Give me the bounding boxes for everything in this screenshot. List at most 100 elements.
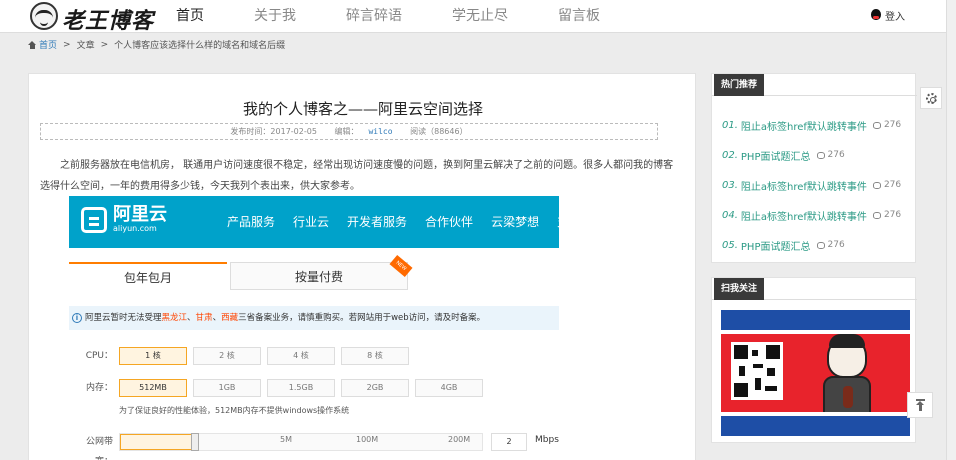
aliyun-nav-item: 云梁梦想 bbox=[491, 215, 540, 229]
info-icon: i bbox=[72, 313, 82, 323]
gear-icon bbox=[926, 93, 937, 104]
aliyun-notice: i 阿里云暂时无法受理黑龙江、甘肃、西藏三省备案业务，请慎重购买。若网站用于we… bbox=[69, 306, 559, 330]
notice-region: 甘肃 bbox=[195, 313, 213, 323]
hot-item-title[interactable]: PHP面试题汇总 bbox=[741, 238, 811, 253]
tab-yearly: 包年包月 bbox=[69, 262, 227, 290]
memory-label: 内存： bbox=[85, 383, 113, 393]
comment-icon bbox=[872, 121, 881, 129]
tab-payg-label: 按量付费 bbox=[294, 270, 343, 284]
breadcrumb-separator: > bbox=[100, 39, 109, 50]
site-logo[interactable]: 老王博客 bbox=[30, 2, 160, 34]
login-link[interactable]: 登入 bbox=[870, 8, 905, 23]
notice-region: 黑龙江 bbox=[161, 313, 188, 323]
memory-option: 512MB bbox=[119, 379, 187, 397]
cpu-option: 8 核 bbox=[341, 347, 409, 365]
bandwidth-label: 公网带宽： bbox=[85, 437, 113, 460]
cpu-option: 1 核 bbox=[119, 347, 187, 365]
breadcrumb-section[interactable]: 文章 bbox=[77, 38, 95, 51]
hot-item[interactable]: 05. PHP面试题汇总 276 bbox=[722, 230, 901, 260]
breadcrumb-home[interactable]: 首页 bbox=[28, 38, 57, 51]
hot-item[interactable]: 02. PHP面试题汇总 276 bbox=[722, 140, 901, 170]
home-icon bbox=[28, 40, 37, 49]
editor-label: 编辑： bbox=[334, 127, 359, 136]
aliyun-tabs: 包年包月 按量付费 NEW bbox=[69, 254, 559, 290]
comment-count: 276 bbox=[827, 150, 845, 160]
hot-item-title[interactable]: PHP面试题汇总 bbox=[741, 148, 811, 163]
aliyun-nav-item: 产品服务 bbox=[227, 215, 276, 229]
page-scrollbar[interactable] bbox=[946, 0, 956, 460]
hot-item-comments: 276 bbox=[872, 120, 901, 130]
bandwidth-mark: 200M bbox=[448, 435, 471, 444]
view-count: 阅读（88646） bbox=[410, 127, 468, 136]
nav-item-guestbook[interactable]: 留言板 bbox=[558, 0, 600, 33]
hot-item-title[interactable]: 阻止a标签href默认跳转事件 bbox=[741, 208, 867, 223]
bandwidth-mark: 100M bbox=[356, 435, 379, 444]
notice-separator: 、 bbox=[187, 313, 196, 323]
article-title: 我的个人博客之——阿里云空间选择 bbox=[242, 100, 483, 118]
aliyun-nav-item: 支持 bbox=[557, 215, 582, 229]
notice-text-pre: 阿里云暂时无法受理 bbox=[85, 313, 162, 323]
aliyun-nav-item: 行业云 bbox=[293, 215, 330, 229]
memory-option: 4GB bbox=[415, 379, 483, 397]
logo-avatar-icon bbox=[30, 2, 58, 30]
hot-item[interactable]: 04. 阻止a标签href默认跳转事件 276 bbox=[722, 200, 901, 230]
hot-list: 01. 阻止a标签href默认跳转事件 276 02. PHP面试题汇总 276… bbox=[722, 110, 901, 260]
aliyun-nav-item: 合作伙伴 bbox=[425, 215, 474, 229]
scan-follow-header: 扫我关注 bbox=[712, 278, 917, 300]
notice-separator: 、 bbox=[212, 313, 222, 323]
hot-item-title[interactable]: 阻止a标签href默认跳转事件 bbox=[741, 178, 867, 193]
follow-qr-banner bbox=[721, 310, 910, 436]
new-badge: NEW bbox=[389, 254, 413, 278]
comment-icon bbox=[816, 241, 825, 249]
bandwidth-mark: 5M bbox=[280, 435, 292, 444]
article-intro: 之前服务器放在电信机房， 联通用户访问速度很不稳定，经常出现访问速度慢的问题，换… bbox=[40, 160, 674, 192]
nav-item-about[interactable]: 关于我 bbox=[254, 0, 296, 33]
top-navbar: 老王博客 首页 关于我 碎言碎语 学无止尽 留言板 登入 bbox=[0, 0, 946, 34]
nav-item-home[interactable]: 首页 bbox=[176, 0, 204, 33]
aliyun-header: 阿里云 aliyun.com 产品服务 行业云 开发者服务 合作伙伴 云梁梦想 … bbox=[69, 196, 581, 248]
editor-name[interactable]: wilco bbox=[368, 127, 392, 136]
hot-recommend-title: 热门推荐 bbox=[714, 74, 765, 96]
memory-row: 内存： 512MB 1GB 1.5GB 2GB 4GB bbox=[69, 378, 559, 398]
hot-item-comments: 276 bbox=[872, 180, 902, 190]
main-nav: 首页 关于我 碎言碎语 学无止尽 留言板 bbox=[176, 0, 650, 33]
nav-item-notes[interactable]: 碎言碎语 bbox=[346, 0, 402, 33]
comment-count: 276 bbox=[883, 180, 902, 190]
aliyun-nav: 产品服务 行业云 开发者服务 合作伙伴 云梁梦想 支持 bbox=[227, 196, 581, 248]
hot-item[interactable]: 03. 阻止a标签href默认跳转事件 276 bbox=[722, 170, 901, 200]
breadcrumb-separator: > bbox=[63, 39, 71, 50]
memory-option: 1.5GB bbox=[267, 379, 335, 397]
hot-item-number: 01. bbox=[722, 119, 738, 131]
comment-count: 276 bbox=[883, 210, 902, 220]
logo-text: 老王博客 bbox=[62, 8, 155, 34]
hot-item-title[interactable]: 阻止a标签href默认跳转事件 bbox=[741, 118, 867, 133]
publish-time: 发布时间：2017-02-05 bbox=[230, 127, 317, 136]
hot-item-number: 02. bbox=[722, 149, 738, 161]
editor-info: 编辑： wilco bbox=[329, 127, 397, 136]
aliyun-logo-en: aliyun.com bbox=[113, 224, 157, 233]
bandwidth-unit: Mbps bbox=[535, 435, 559, 445]
memory-option: 2GB bbox=[341, 379, 409, 397]
aliyun-logo: 阿里云 aliyun.com bbox=[81, 206, 167, 233]
settings-button[interactable] bbox=[920, 87, 942, 109]
aliyun-logo-cn: 阿里云 bbox=[113, 204, 167, 225]
nav-item-learn[interactable]: 学无止尽 bbox=[452, 0, 508, 33]
aliyun-screenshot: 阿里云 aliyun.com 产品服务 行业云 开发者服务 合作伙伴 云梁梦想 … bbox=[69, 196, 581, 460]
memory-tip: 为了保证良好的性能体验，512MB内存不提供windows操作系统 bbox=[119, 406, 350, 415]
aliyun-nav-item: 开发者服务 bbox=[347, 215, 408, 229]
bandwidth-slider-fill bbox=[120, 434, 196, 450]
hot-item-number: 04. bbox=[722, 209, 738, 221]
bandwidth-slider-handle bbox=[191, 433, 199, 451]
comment-icon bbox=[872, 211, 881, 219]
comment-count: 276 bbox=[827, 240, 845, 250]
breadcrumb: 首页 > 文章 > 个人博客应该选择什么样的域名和域名后缀 bbox=[28, 38, 285, 51]
hot-item[interactable]: 01. 阻止a标签href默认跳转事件 276 bbox=[722, 110, 901, 140]
hot-item-comments: 276 bbox=[872, 210, 902, 220]
bandwidth-slider: 5M 100M 200M bbox=[119, 433, 483, 451]
breadcrumb-home-label: 首页 bbox=[39, 41, 58, 51]
back-to-top-button[interactable] bbox=[907, 392, 933, 418]
hot-recommend-panel: 热门推荐 01. 阻止a标签href默认跳转事件 276 02. PHP面试题汇… bbox=[711, 73, 917, 263]
hot-item-comments: 276 bbox=[816, 240, 845, 250]
memory-option: 1GB bbox=[193, 379, 261, 397]
cartoon-mascot-icon bbox=[817, 334, 877, 420]
